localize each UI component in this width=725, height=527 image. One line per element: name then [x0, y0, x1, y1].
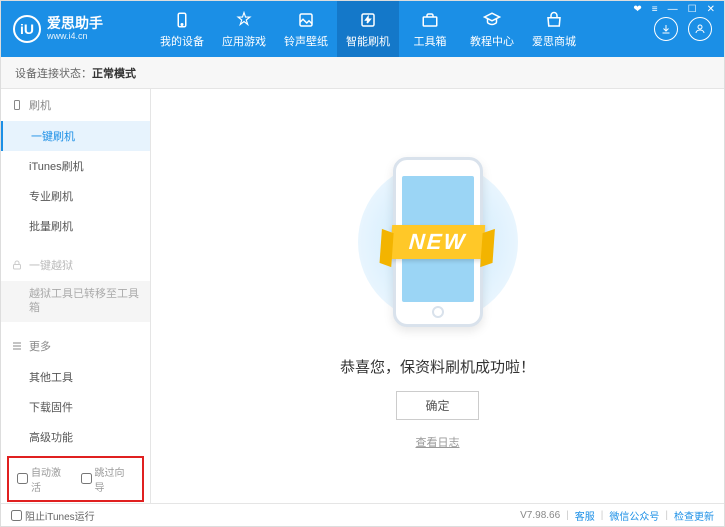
footer-support[interactable]: 客服: [575, 508, 595, 523]
checkbox-block-itunes[interactable]: 阻止iTunes运行: [11, 508, 95, 523]
app-name: 爱思助手: [47, 16, 103, 31]
sidebar-item-oneclick[interactable]: 一键刷机: [1, 121, 150, 151]
footer-wechat[interactable]: 微信公众号: [609, 508, 659, 523]
minimize-icon[interactable]: —: [666, 4, 680, 15]
list-icon: [11, 340, 23, 352]
sidebar: 刷机 一键刷机 iTunes刷机 专业刷机 批量刷机 一键越狱 越狱工具已转移至…: [1, 89, 151, 503]
store-icon: [544, 10, 564, 30]
footer: 阻止iTunes运行 V7.98.66 | 客服 | 微信公众号 | 检查更新: [1, 503, 724, 527]
apps-icon: [234, 10, 254, 30]
footer-update[interactable]: 检查更新: [674, 508, 714, 523]
success-illustration: NEW: [368, 142, 508, 342]
phone-icon: [172, 10, 192, 30]
sidebar-group-flash[interactable]: 刷机: [1, 89, 150, 121]
wallpaper-icon: [296, 10, 316, 30]
sidebar-item-download[interactable]: 下载固件: [1, 392, 150, 422]
ok-button[interactable]: 确定: [396, 391, 478, 420]
sidebar-item-batch[interactable]: 批量刷机: [1, 211, 150, 241]
close-icon[interactable]: ✕: [705, 4, 717, 15]
logo-icon: iU: [13, 15, 41, 43]
user-button[interactable]: [688, 17, 712, 41]
toolbox-icon: [420, 10, 440, 30]
gift-icon[interactable]: ❤: [631, 4, 643, 15]
tutorial-icon: [482, 10, 502, 30]
version-text: V7.98.66: [520, 510, 560, 521]
sidebar-group-jailbreak: 一键越狱: [1, 249, 150, 281]
sidebar-group-more[interactable]: 更多: [1, 330, 150, 362]
phone-small-icon: [11, 99, 23, 111]
sidebar-item-other[interactable]: 其他工具: [1, 362, 150, 392]
checkbox-auto-activate[interactable]: 自动激活: [17, 464, 71, 494]
nav-my-device[interactable]: 我的设备: [151, 1, 213, 57]
nav-toolbox[interactable]: 工具箱: [399, 1, 461, 57]
sidebar-item-itunes[interactable]: iTunes刷机: [1, 151, 150, 181]
app-url: www.i4.cn: [47, 32, 103, 42]
menu-icon[interactable]: ≡: [650, 4, 660, 15]
download-button[interactable]: [654, 17, 678, 41]
checkbox-skip-setup[interactable]: 跳过向导: [81, 464, 135, 494]
main-content: NEW 恭喜您，保资料刷机成功啦！ 确定 查看日志: [151, 89, 724, 503]
nav-flash[interactable]: 智能刷机: [337, 1, 399, 57]
maximize-icon[interactable]: ☐: [686, 4, 699, 15]
sidebar-jailbreak-desc: 越狱工具已转移至工具箱: [1, 281, 150, 322]
app-header: iU 爱思助手 www.i4.cn 我的设备 应用游戏 铃声壁纸 智能刷机 工具…: [1, 1, 724, 57]
status-bar: 设备连接状态： 正常模式: [1, 57, 724, 89]
status-prefix: 设备连接状态：: [15, 65, 92, 81]
sidebar-item-advanced[interactable]: 高级功能: [1, 422, 150, 452]
status-value: 正常模式: [92, 65, 136, 81]
view-log-link[interactable]: 查看日志: [416, 434, 460, 450]
nav-tutorials[interactable]: 教程中心: [461, 1, 523, 57]
flash-icon: [358, 10, 378, 30]
new-ribbon: NEW: [390, 225, 486, 259]
options-highlight: 自动激活 跳过向导: [7, 456, 144, 502]
nav-apps[interactable]: 应用游戏: [213, 1, 275, 57]
sidebar-item-pro[interactable]: 专业刷机: [1, 181, 150, 211]
success-message: 恭喜您，保资料刷机成功啦！: [340, 356, 535, 377]
nav-ringtones[interactable]: 铃声壁纸: [275, 1, 337, 57]
nav-store[interactable]: 爱思商城: [523, 1, 585, 57]
lock-icon: [11, 259, 23, 271]
top-nav: 我的设备 应用游戏 铃声壁纸 智能刷机 工具箱 教程中心 爱思商城: [151, 1, 654, 57]
app-logo: iU 爱思助手 www.i4.cn: [13, 15, 151, 43]
